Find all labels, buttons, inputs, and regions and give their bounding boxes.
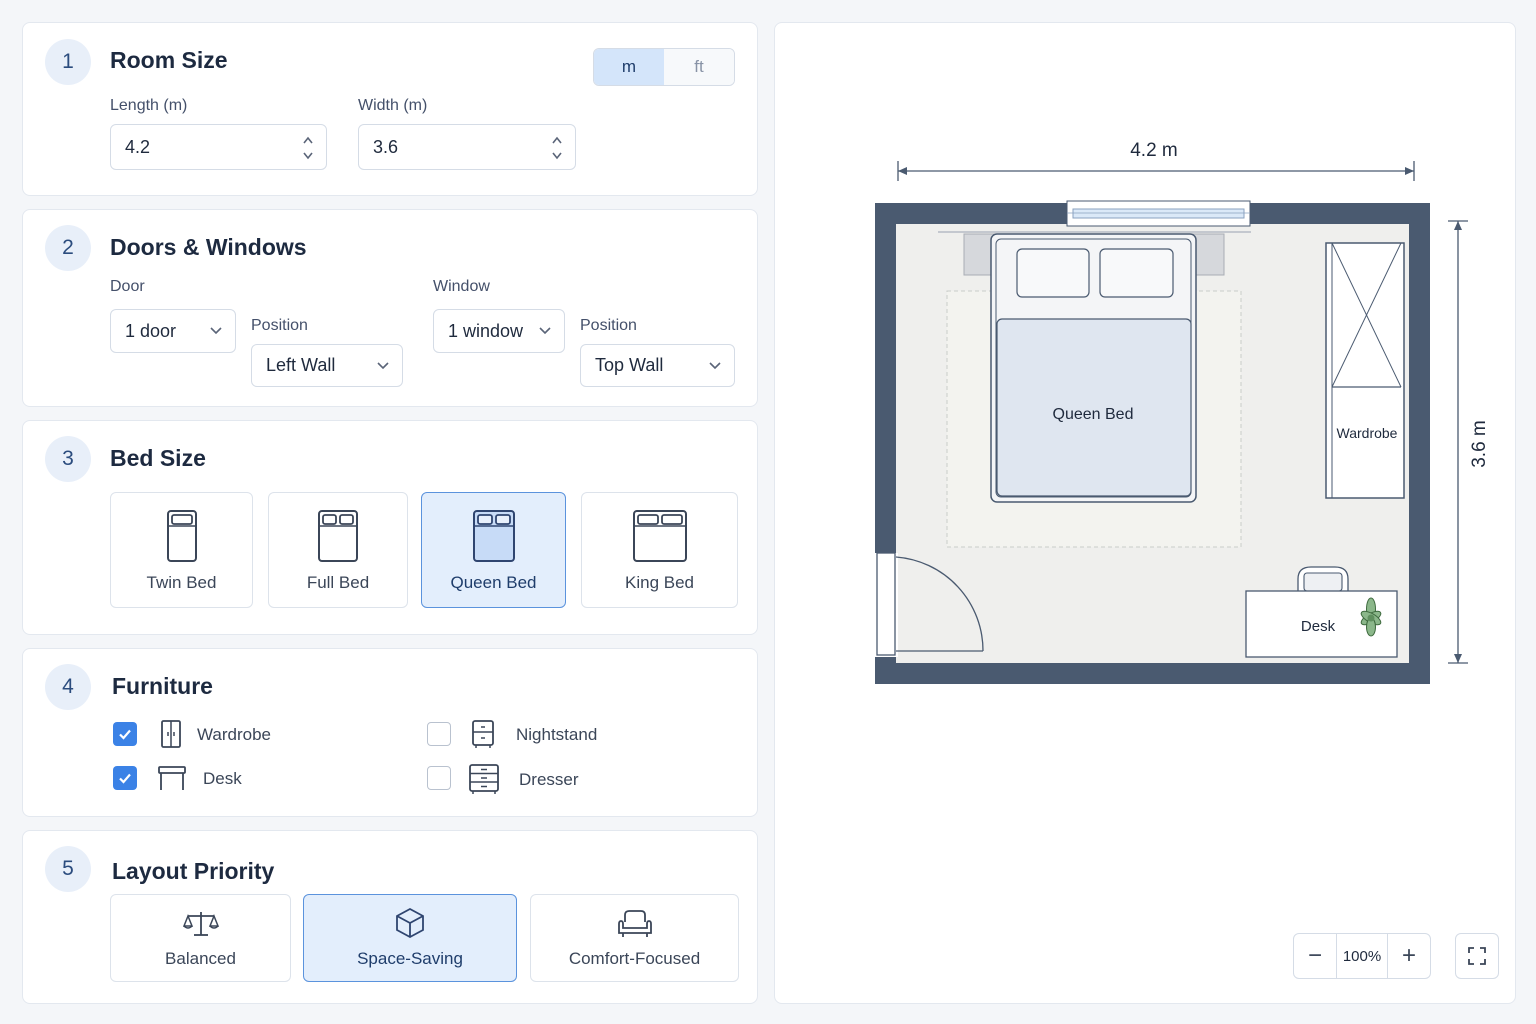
chevron-down-icon (210, 327, 222, 335)
step-number-1: 1 (45, 39, 91, 85)
door-position-select[interactable]: Left Wall (251, 344, 403, 387)
wardrobe (1325, 242, 1405, 499)
checkmark-icon (119, 773, 131, 784)
fullscreen-icon (1468, 947, 1486, 965)
doors-windows-card: 2 Doors & Windows Door Window 1 door Pos… (22, 209, 758, 407)
scale-icon (182, 912, 219, 936)
door-position-value: Left Wall (266, 355, 336, 375)
unit-toggle: m ft (593, 48, 735, 86)
bed-option-label: Full Bed (306, 573, 370, 592)
twin-bed-icon (166, 510, 197, 562)
desk-icon (158, 766, 186, 790)
armchair-icon (617, 910, 652, 937)
dresser-checkbox[interactable] (427, 766, 451, 790)
window-label: Window (433, 278, 490, 295)
door-count-select[interactable]: 1 door (110, 309, 236, 353)
zoom-in-button[interactable]: + (1388, 934, 1430, 978)
priority-option-label: Comfort-Focused (568, 949, 701, 968)
chevron-down-icon (539, 327, 551, 335)
dresser-label: Dresser (519, 770, 579, 789)
window-count-value: 1 window (448, 320, 524, 341)
doors-windows-title: Doors & Windows (110, 234, 307, 260)
chevron-down-icon (709, 361, 721, 369)
priority-option-balanced[interactable]: Balanced (110, 894, 291, 982)
zoom-level: 100% (1336, 934, 1388, 978)
stepper-icon[interactable] (551, 134, 563, 162)
checkmark-icon (119, 729, 131, 740)
unit-feet-button[interactable]: ft (664, 49, 734, 85)
bed-label: Queen Bed (1053, 406, 1134, 423)
step-number-5: 5 (45, 846, 91, 892)
window-position-select[interactable]: Top Wall (580, 344, 735, 387)
queen-bed (990, 233, 1197, 503)
width-input[interactable]: 3.6 (358, 124, 576, 170)
step-number-3: 3 (45, 436, 91, 482)
wardrobe-icon (161, 720, 181, 748)
furniture-title: Furniture (112, 673, 213, 699)
bed-option-label: King Bed (625, 573, 694, 592)
king-bed-icon (632, 510, 687, 562)
room-size-card: 1 Room Size m ft Length (m) Width (m) 4.… (22, 22, 758, 196)
nightstand-icon (472, 720, 494, 748)
door-count-value: 1 door (125, 320, 177, 341)
bed-size-card: 3 Bed Size Twin Bed Full Bed Queen Bed K… (22, 420, 758, 635)
length-input[interactable]: 4.2 (110, 124, 327, 170)
room-size-title: Room Size (110, 47, 228, 73)
width-value: 3.6 (373, 136, 399, 157)
furniture-card: 4 Furniture Wardrobe Nightstand Desk Dre… (22, 648, 758, 817)
width-label: Width (m) (358, 97, 428, 114)
layout-priority-card: 5 Layout Priority Balanced Space-Saving … (22, 830, 758, 1004)
bed-option-twin[interactable]: Twin Bed (110, 492, 253, 608)
bed-option-king[interactable]: King Bed (581, 492, 738, 608)
queen-bed-icon (472, 510, 515, 562)
priority-option-label: Balanced (165, 949, 236, 968)
zoom-out-button[interactable]: − (1294, 934, 1336, 978)
desk-chair (1297, 566, 1349, 592)
zoom-controls: − 100% + (1293, 933, 1431, 979)
wardrobe-label: Wardrobe (197, 725, 272, 744)
full-bed-icon (318, 510, 358, 562)
window-position-value: Top Wall (595, 355, 664, 375)
desk-checkbox[interactable] (113, 766, 137, 790)
width-dimension-label: 4.2 m (1130, 140, 1178, 161)
bed-size-title: Bed Size (110, 445, 206, 471)
bed-option-label: Twin Bed (146, 573, 217, 592)
unit-meters-button[interactable]: m (594, 49, 664, 85)
fullscreen-button[interactable] (1455, 933, 1499, 979)
bed-option-full[interactable]: Full Bed (268, 492, 408, 608)
width-dimension-line (897, 161, 1415, 181)
floor-plan-preview: 4.2 m 3.6 m Queen Bed Wardrobe Desk − 10… (774, 22, 1516, 1004)
desk-label: Desk (203, 769, 242, 788)
wardrobe-label: Wardrobe (1337, 425, 1398, 441)
length-label: Length (m) (110, 97, 188, 114)
door-position-label: Position (251, 317, 308, 334)
window (1066, 200, 1251, 227)
nightstand-checkbox[interactable] (427, 722, 451, 746)
door-label: Door (110, 278, 145, 295)
priority-option-label: Space-Saving (357, 949, 463, 968)
dresser-icon (469, 764, 499, 794)
height-dimension-line (1448, 220, 1468, 664)
bed-option-queen[interactable]: Queen Bed (421, 492, 566, 608)
window-position-label: Position (580, 317, 637, 334)
step-number-4: 4 (45, 664, 91, 710)
cube-icon (396, 907, 424, 939)
wardrobe-checkbox[interactable] (113, 722, 137, 746)
height-dimension-label: 3.6 m (1469, 420, 1490, 468)
step-number-2: 2 (45, 225, 91, 271)
desk-label: Desk (1301, 618, 1336, 635)
floor-plan: 4.2 m 3.6 m Queen Bed Wardrobe Desk (873, 140, 1490, 684)
priority-option-comfort-focused[interactable]: Comfort-Focused (530, 894, 739, 982)
nightstand-label: Nightstand (516, 725, 598, 744)
length-value: 4.2 (125, 136, 151, 157)
bed-option-label: Queen Bed (450, 573, 537, 592)
priority-option-space-saving[interactable]: Space-Saving (303, 894, 517, 982)
chevron-down-icon (377, 361, 389, 369)
layout-priority-title: Layout Priority (112, 858, 275, 884)
stepper-icon[interactable] (302, 134, 314, 162)
window-count-select[interactable]: 1 window (433, 309, 565, 353)
